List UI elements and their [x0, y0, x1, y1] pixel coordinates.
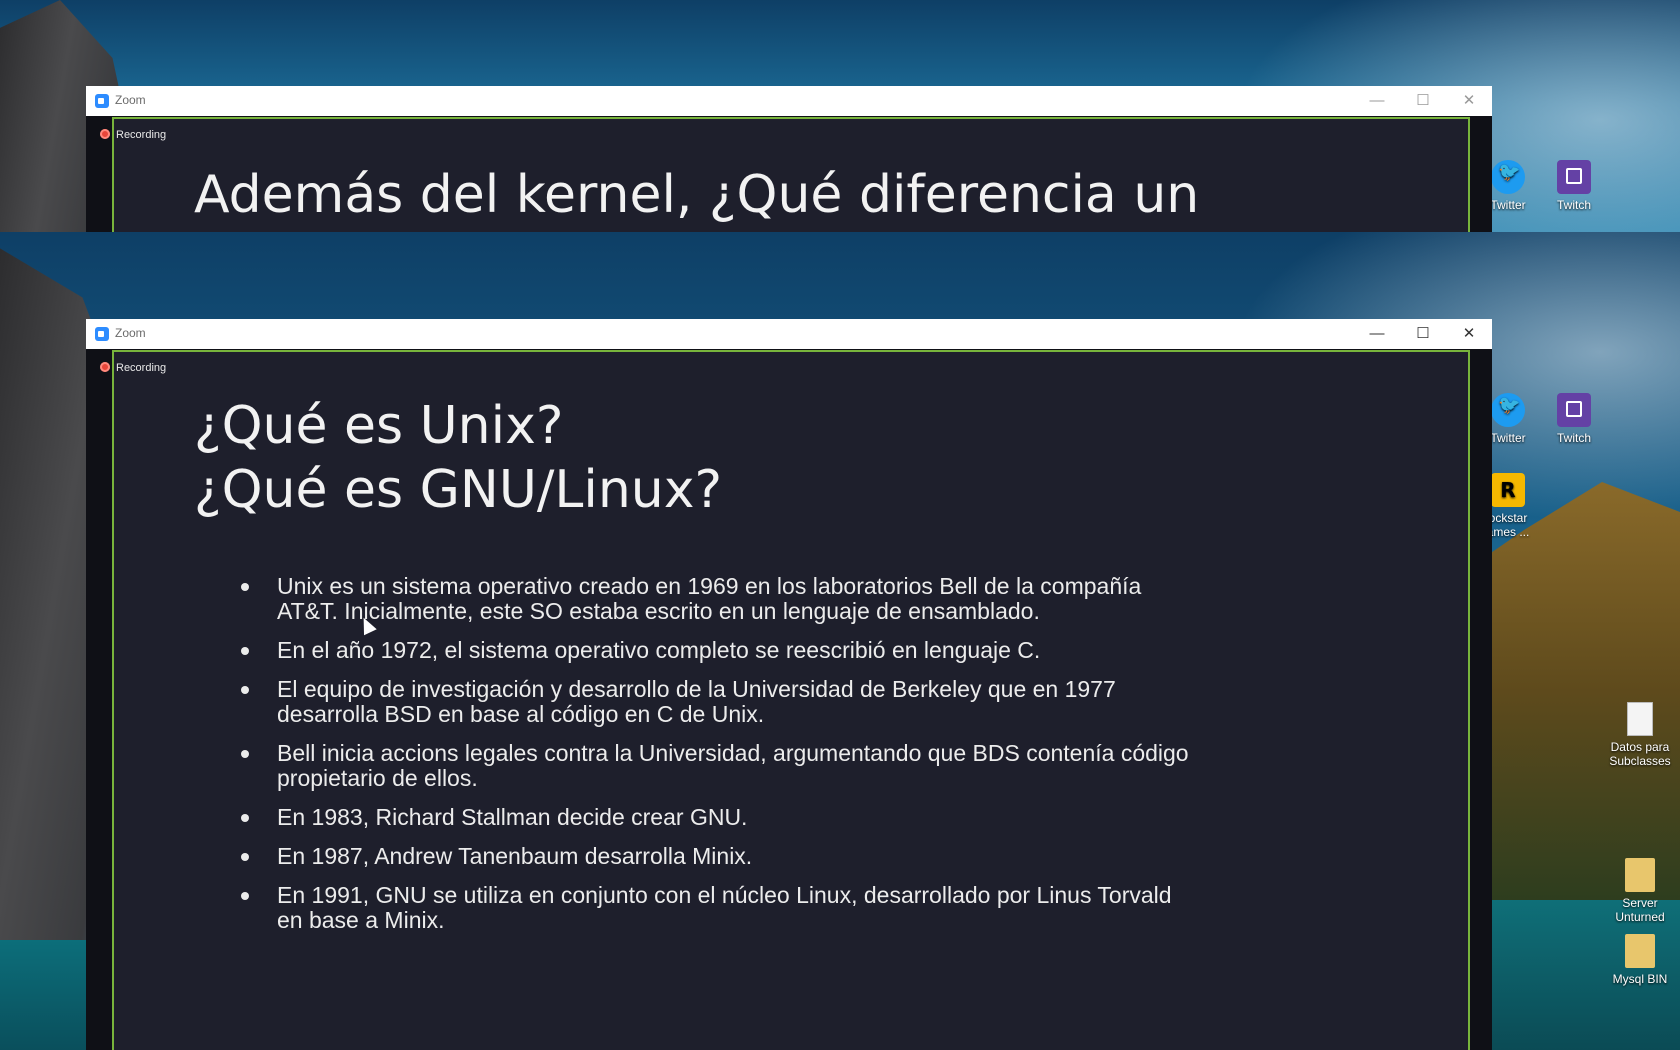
close-button[interactable]: ✕	[1446, 86, 1492, 116]
zoom-window-main[interactable]: Zoom — ☐ ✕ Recording ¿Qué es Unix? ¿Qué …	[86, 319, 1492, 1050]
recording-indicator[interactable]: Recording	[100, 129, 166, 141]
window-titlebar[interactable]: Zoom — ☐ ✕	[86, 319, 1492, 350]
bullet-item: Unix es un sistema operativo creado en 1…	[239, 574, 1199, 624]
desktop-icon-label: Datos para Subclasses	[1609, 740, 1671, 768]
maximize-button[interactable]: ☐	[1400, 319, 1446, 349]
maximize-button[interactable]: ☐	[1400, 86, 1446, 116]
desktop-icon-twitch[interactable]: Twitch	[1534, 393, 1614, 445]
slide-title: ¿Qué es Unix? ¿Qué es GNU/Linux?	[194, 394, 722, 522]
shared-screen: Recording Además del kernel, ¿Qué difere…	[100, 117, 1470, 232]
minimize-button[interactable]: —	[1354, 319, 1400, 349]
window-title: Zoom	[115, 93, 146, 107]
desktop-icon-label: ockstar ames ...	[1486, 511, 1530, 539]
twitter-icon	[1491, 393, 1525, 427]
bullet-item: En 1991, GNU se utiliza en conjunto con …	[239, 883, 1199, 933]
bullet-item: En 1987, Andrew Tanenbaum desarrolla Min…	[239, 844, 1199, 869]
bullet-list: Unix es un sistema operativo creado en 1…	[239, 574, 1199, 947]
recording-label: Recording	[116, 362, 167, 374]
window-title: Zoom	[115, 326, 146, 340]
folder-icon	[1625, 858, 1655, 892]
zoom-app-icon	[95, 94, 109, 108]
shared-screen: Recording ¿Qué es Unix? ¿Qué es GNU/Linu…	[100, 350, 1470, 1050]
desktop-icon-label: Twitch	[1556, 431, 1591, 445]
slide-title: Además del kernel, ¿Qué diferencia un	[194, 165, 1200, 225]
recording-icon	[100, 362, 110, 372]
desktop-icon-label: Twitter	[1490, 431, 1526, 445]
twitch-icon	[1557, 160, 1591, 194]
desktop-icon-label: Server Unturned	[1615, 896, 1665, 924]
bullet-item: El equipo de investigación y desarrollo …	[239, 677, 1199, 727]
desktop-icon-datos[interactable]: Datos para Subclasses	[1600, 702, 1680, 768]
zoom-app-icon	[95, 327, 109, 341]
twitter-icon	[1491, 160, 1525, 194]
bullet-item: Bell inicia accions legales contra la Un…	[239, 741, 1199, 791]
recording-label: Recording	[116, 129, 167, 141]
desktop-icon-label: Mysql BIN	[1612, 972, 1668, 986]
slide-title-line: ¿Qué es Unix?	[194, 396, 564, 456]
desktop-icon-server-unturned[interactable]: Server Unturned	[1600, 858, 1680, 924]
folder-icon	[1625, 934, 1655, 968]
bullet-item: En el año 1972, el sistema operativo com…	[239, 638, 1199, 663]
desktop-icon-twitch[interactable]: Twitch	[1534, 160, 1614, 212]
rockstar-games-icon: R	[1491, 473, 1525, 507]
twitch-icon	[1557, 393, 1591, 427]
desktop-icon-label: Twitter	[1490, 198, 1526, 212]
close-button[interactable]: ✕	[1446, 319, 1492, 349]
share-stage: Recording Además del kernel, ¿Qué difere…	[86, 116, 1492, 232]
zoom-window-top[interactable]: Zoom — ☐ ✕ Recording Además del kernel, …	[86, 86, 1492, 232]
bullet-item: En 1983, Richard Stallman decide crear G…	[239, 805, 1199, 830]
window-titlebar[interactable]: Zoom — ☐ ✕	[86, 86, 1492, 117]
share-stage: Recording ¿Qué es Unix? ¿Qué es GNU/Linu…	[86, 349, 1492, 1050]
document-icon	[1627, 702, 1653, 736]
slide-title-line: ¿Qué es GNU/Linux?	[194, 460, 723, 520]
desktop-icon-mysql-bin[interactable]: Mysql BIN	[1600, 934, 1680, 986]
minimize-button[interactable]: —	[1354, 86, 1400, 116]
desktop-icon-label: Twitch	[1556, 198, 1591, 212]
recording-indicator[interactable]: Recording	[100, 362, 166, 374]
recording-icon	[100, 129, 110, 139]
